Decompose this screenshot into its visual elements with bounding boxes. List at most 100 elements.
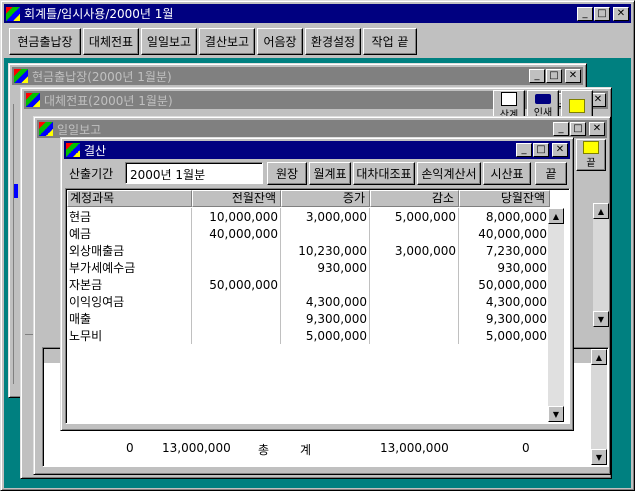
table-cell[interactable] — [369, 293, 459, 310]
maximize-icon[interactable]: □ — [594, 6, 610, 21]
table-cell[interactable]: 예금 — [67, 225, 192, 242]
table-row[interactable]: 예금 40,000,000 40,000,000 — [67, 225, 550, 242]
close-icon[interactable]: ✕ — [613, 6, 629, 21]
maximize-icon[interactable]: □ — [570, 122, 586, 136]
table-row[interactable]: 매출 9,300,000 9,300,000 — [67, 310, 550, 327]
table-cell[interactable] — [369, 259, 459, 276]
main-titlebar[interactable]: 회계틀/임시사용/2000년 1월 _ □ ✕ — [4, 4, 631, 23]
table-cell[interactable]: 50,000,000 — [458, 276, 550, 293]
table-cell[interactable] — [369, 327, 459, 344]
col-prev-balance[interactable]: 전월잔액 — [192, 190, 281, 207]
table-cell[interactable]: 40,000,000 — [191, 225, 281, 242]
cash-ledger-titlebar[interactable]: 현금출납장(2000년 1월분) _ □ ✕ — [12, 67, 583, 85]
close-icon[interactable]: ✕ — [552, 143, 568, 157]
table-row[interactable]: 현금 10,000,000 3,000,000 5,000,000 8,000,000 — [67, 208, 550, 225]
trial-balance-button[interactable]: 시산표 — [483, 162, 531, 185]
table-row[interactable]: 이익잉여금 4,300,000 4,300,000 — [67, 293, 550, 310]
window-icon — [14, 69, 28, 83]
settlement-titlebar[interactable]: 결산 _ □ ✕ — [64, 141, 570, 159]
minimize-icon[interactable]: _ — [577, 6, 593, 21]
daily-exit-button[interactable]: 끝 — [576, 139, 606, 171]
col-current-balance[interactable]: 당월잔액 — [459, 190, 550, 207]
daily-report-scrollbar[interactable]: ▲ ▼ — [593, 203, 609, 327]
cash-ledger-title: 현금출납장(2000년 1월분) — [32, 69, 172, 84]
table-cell[interactable]: 9,300,000 — [458, 310, 550, 327]
table-cell[interactable]: 5,000,000 — [458, 327, 550, 344]
table-cell[interactable]: 9,300,000 — [280, 310, 370, 327]
table-cell[interactable]: 930,000 — [280, 259, 370, 276]
scroll-down-arrow[interactable]: ▼ — [591, 449, 607, 465]
minimize-icon[interactable]: _ — [529, 69, 545, 83]
table-cell[interactable] — [191, 259, 281, 276]
table-cell[interactable] — [369, 225, 459, 242]
table-cell[interactable]: 4,300,000 — [280, 293, 370, 310]
menu-transfer-slip[interactable]: 대체전표 — [83, 28, 139, 55]
scroll-up-arrow[interactable]: ▲ — [548, 208, 564, 224]
scroll-down-arrow[interactable]: ▼ — [593, 311, 609, 327]
balance-sheet-button[interactable]: 대차대조표 — [353, 162, 415, 185]
maximize-icon[interactable]: □ — [546, 69, 562, 83]
table-cell[interactable]: 매출 — [67, 310, 192, 327]
table-cell[interactable]: 외상매출금 — [67, 242, 192, 259]
monthly-summary-button[interactable]: 월계표 — [309, 162, 351, 185]
minimize-icon[interactable]: _ — [553, 122, 569, 136]
table-cell[interactable]: 40,000,000 — [458, 225, 550, 242]
totals-c2: 13,000,000 — [162, 441, 231, 455]
minimize-icon[interactable]: _ — [516, 143, 532, 157]
transfer-slip-title: 대체전표(2000년 1월분) — [44, 93, 173, 108]
settlement-grid[interactable]: 계정과목 전월잔액 증가 감소 당월잔액 현금 10,000,000 3,000,0… — [65, 188, 570, 424]
table-row[interactable]: 외상매출금 10,230,000 3,000,000 7,230,000 — [67, 242, 550, 259]
table-cell[interactable]: 노무비 — [67, 327, 192, 344]
daily-lower-scrollbar[interactable]: ▲ ▼ — [591, 349, 607, 465]
table-cell[interactable]: 10,000,000 — [191, 208, 281, 225]
table-cell[interactable]: 3,000,000 — [280, 208, 370, 225]
menu-settings[interactable]: 환경설정 — [305, 28, 361, 55]
exit-icon — [583, 141, 599, 154]
table-cell[interactable] — [191, 242, 281, 259]
table-cell[interactable]: 현금 — [67, 208, 192, 225]
maximize-icon[interactable]: □ — [533, 143, 549, 157]
table-row[interactable]: 부가세예수금 930,000 930,000 — [67, 259, 550, 276]
settlement-scrollbar[interactable]: ▲ ▼ — [548, 208, 564, 422]
scroll-up-arrow[interactable]: ▲ — [591, 349, 607, 365]
table-cell[interactable]: 930,000 — [458, 259, 550, 276]
period-value: 2000년 1월분 — [130, 168, 206, 182]
table-cell[interactable] — [280, 225, 370, 242]
table-cell[interactable] — [191, 327, 281, 344]
scroll-down-arrow[interactable]: ▼ — [548, 406, 564, 422]
table-cell[interactable] — [369, 276, 459, 293]
menu-daily-report[interactable]: 일일보고 — [141, 28, 197, 55]
settlement-exit-button[interactable]: 끝 — [535, 162, 567, 185]
col-increase[interactable]: 증가 — [281, 190, 370, 207]
table-cell[interactable]: 7,230,000 — [458, 242, 550, 259]
table-cell[interactable]: 10,230,000 — [280, 242, 370, 259]
table-cell[interactable]: 부가세예수금 — [67, 259, 192, 276]
daily-report-titlebar[interactable]: 일일보고 _ □ ✕ — [37, 120, 607, 138]
table-cell[interactable]: 4,300,000 — [458, 293, 550, 310]
table-cell[interactable] — [280, 276, 370, 293]
ledger-button[interactable]: 원장 — [267, 162, 307, 185]
menu-settlement-report[interactable]: 결산보고 — [199, 28, 255, 55]
income-statement-button[interactable]: 손익계산서 — [417, 162, 481, 185]
table-cell[interactable]: 50,000,000 — [191, 276, 281, 293]
table-cell[interactable]: 이익잉여금 — [67, 293, 192, 310]
table-row[interactable]: 자본금 50,000,000 50,000,000 — [67, 276, 550, 293]
col-decrease[interactable]: 감소 — [370, 190, 459, 207]
close-icon[interactable]: ✕ — [565, 69, 581, 83]
scroll-up-arrow[interactable]: ▲ — [593, 203, 609, 219]
table-cell[interactable]: 3,000,000 — [369, 242, 459, 259]
close-icon[interactable]: ✕ — [589, 122, 605, 136]
table-row[interactable]: 노무비 5,000,000 5,000,000 — [67, 327, 550, 344]
table-cell[interactable]: 5,000,000 — [369, 208, 459, 225]
menu-cash-ledger[interactable]: 현금출납장 — [9, 28, 81, 55]
table-cell[interactable]: 5,000,000 — [280, 327, 370, 344]
table-cell[interactable] — [369, 310, 459, 327]
table-cell[interactable] — [191, 310, 281, 327]
period-input[interactable]: 2000년 1월분 — [125, 162, 263, 184]
menu-exit[interactable]: 작업 끝 — [363, 28, 417, 55]
table-cell[interactable]: 8,000,000 — [458, 208, 550, 225]
menu-promissory-note[interactable]: 어음장 — [257, 28, 303, 55]
table-cell[interactable]: 자본금 — [67, 276, 192, 293]
table-cell[interactable] — [191, 293, 281, 310]
col-account[interactable]: 계정과목 — [67, 190, 192, 207]
